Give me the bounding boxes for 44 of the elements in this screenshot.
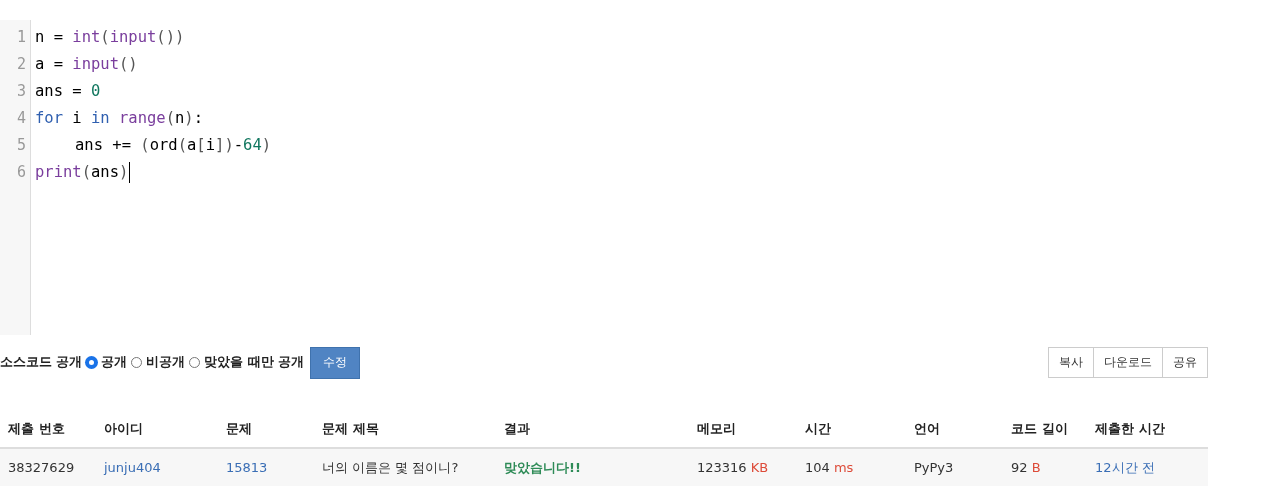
- line-number: 4: [15, 108, 27, 129]
- table-cell: 104 ms: [805, 460, 854, 475]
- table-cell: 123316 KB: [697, 460, 769, 475]
- radio-label[interactable]: 맞았을 때만 공개: [204, 354, 305, 371]
- action-button[interactable]: 복사: [1048, 347, 1094, 378]
- code-line: for i in range(n):: [35, 108, 204, 129]
- table-cell: 너의 이름은 몇 점이니?: [322, 459, 459, 475]
- table-link[interactable]: 12시간 전: [1095, 459, 1155, 475]
- radio-label[interactable]: 공개: [101, 354, 128, 371]
- table-cell: 92 B: [1011, 460, 1041, 475]
- column-header: 문제: [226, 421, 252, 436]
- radio-button[interactable]: [131, 357, 143, 368]
- table-cell: PyPy3: [914, 460, 954, 475]
- code-line: ans = 0: [35, 81, 101, 102]
- action-button[interactable]: 다운로드: [1093, 347, 1163, 378]
- column-header: 언어: [914, 421, 940, 436]
- column-header: 문제 제목: [322, 421, 379, 436]
- table-link[interactable]: 15813: [226, 460, 268, 475]
- action-button[interactable]: 공유: [1162, 347, 1208, 378]
- code-line: print(ans): [35, 162, 129, 183]
- column-header: 결과: [504, 421, 530, 436]
- code-line: ans += (ord(a[i])-64): [74, 135, 272, 156]
- column-header: 제출 번호: [8, 421, 65, 436]
- code-line: n = int(input()): [35, 27, 185, 48]
- code-line: a = input(): [35, 54, 138, 75]
- line-number: 3: [15, 81, 27, 102]
- line-number: 1: [15, 27, 27, 48]
- radio-label[interactable]: 비공개: [146, 354, 186, 371]
- result-text: 맞았습니다!!: [504, 459, 581, 475]
- code-editor[interactable]: 1 2 3 4 5 6 n = int(input()) a = input() ans = 0 for i in range(n): ans += (ord(a[i])-64) print(ans): [0, 20, 1280, 335]
- radio-button[interactable]: [86, 357, 98, 368]
- radio-button[interactable]: [189, 357, 201, 368]
- edit-button[interactable]: 수정: [310, 346, 361, 379]
- column-header: 메모리: [697, 421, 736, 436]
- column-header: 코드 길이: [1011, 421, 1068, 436]
- table-link[interactable]: junju404: [104, 460, 161, 475]
- table-cell: 38327629: [8, 460, 75, 475]
- column-header: 시간: [805, 421, 831, 436]
- column-header: 아이디: [104, 421, 143, 436]
- line-number: 2: [15, 54, 27, 75]
- column-header: 제출한 시간: [1095, 421, 1165, 436]
- visibility-label: 소스코드 공개: [0, 354, 83, 371]
- line-number: 6: [15, 162, 27, 183]
- line-number: 5: [15, 135, 27, 156]
